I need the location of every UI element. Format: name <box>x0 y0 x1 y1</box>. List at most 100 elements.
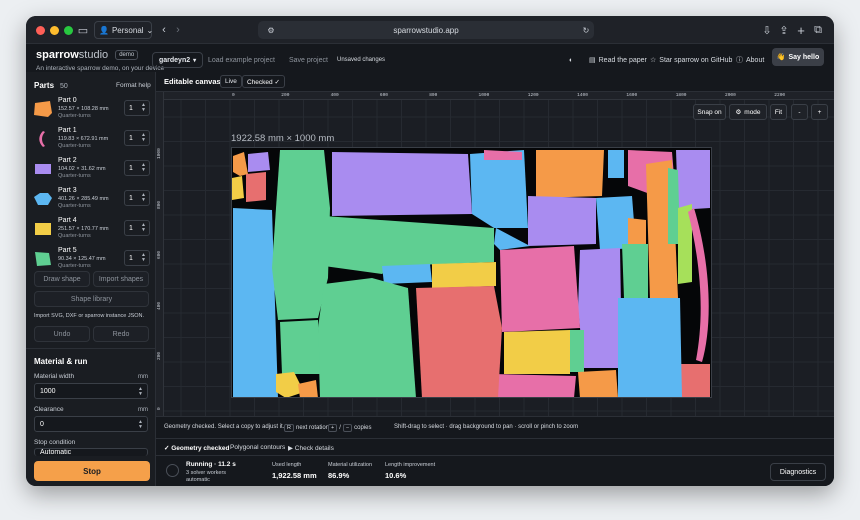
nested-part[interactable] <box>382 264 432 284</box>
nested-part[interactable] <box>494 228 530 250</box>
read-paper-link[interactable]: ▤ Read the paper <box>589 52 647 68</box>
tab-polygonal-contours[interactable]: Polygonal contours <box>230 444 285 451</box>
save-project-button[interactable]: Save project <box>283 52 334 68</box>
forward-icon[interactable]: › <box>172 21 184 39</box>
part-quantity-input[interactable]: 1 ▲ ▼ <box>124 190 150 206</box>
nested-part[interactable] <box>248 152 270 172</box>
material-width-input[interactable]: 1000 ▲ ▼ <box>34 383 148 399</box>
nested-part[interactable] <box>318 278 416 398</box>
wave-icon: 👋 <box>776 54 786 61</box>
site-settings-icon[interactable]: ⚙ <box>266 21 276 39</box>
download-icon[interactable]: ⇩ <box>761 21 773 39</box>
fit-button[interactable]: Fit <box>770 104 787 120</box>
theme-toggle[interactable]: ◐ <box>569 52 573 68</box>
part-row[interactable]: Part 3 401.26 × 285.49 mm Quarter-turns 1 ▲ ▼ <box>34 187 150 213</box>
load-example-button[interactable]: Load example project <box>202 52 281 68</box>
sidebar-toggle-icon[interactable]: ▭ <box>76 21 90 39</box>
nested-part[interactable] <box>416 286 502 398</box>
part-row[interactable]: Part 4 251.57 × 170.77 mm Quarter-turns 1 ▲ ▼ <box>34 217 150 243</box>
nested-part[interactable] <box>272 150 330 320</box>
nested-part[interactable] <box>536 150 604 198</box>
nested-part[interactable] <box>500 246 580 332</box>
clearance-input[interactable]: 0 ▲ ▼ <box>34 416 148 432</box>
import-hint: Import SVG, DXF or sparrow instance JSON… <box>34 313 145 319</box>
minimize-window-button[interactable] <box>50 26 59 35</box>
nested-part[interactable] <box>622 244 648 300</box>
nested-part[interactable] <box>432 262 496 288</box>
draw-shape-button[interactable]: Draw shape <box>34 271 90 287</box>
nested-part[interactable] <box>332 152 472 216</box>
part-quantity-input[interactable]: 1 ▲ ▼ <box>124 130 150 146</box>
star-github-link[interactable]: ☆ Star sparrow on GitHub <box>650 52 732 68</box>
editable-canvas[interactable]: 0 200 400 600 800 1000 1200 1400 1600 1800 2000 220… <box>156 92 834 416</box>
nested-part[interactable] <box>570 330 584 372</box>
part-row[interactable]: Part 0 152.57 × 108.28 mm Quarter-turns 1 ▲ ▼ <box>34 97 150 123</box>
nested-part[interactable] <box>233 152 248 176</box>
stepper-icon[interactable]: ▲ ▼ <box>141 163 146 173</box>
nested-part[interactable] <box>233 208 278 398</box>
nested-part[interactable] <box>578 248 622 368</box>
nested-part[interactable] <box>490 374 576 398</box>
stepper-icon[interactable]: ▲ ▼ <box>141 193 146 203</box>
address-bar[interactable]: sparrowstudio.app <box>258 21 594 39</box>
nested-part[interactable] <box>504 330 570 374</box>
undo-button[interactable]: Undo <box>34 326 90 342</box>
nested-part[interactable] <box>470 150 528 228</box>
tab-overview-icon[interactable]: ⧉ <box>812 21 824 39</box>
zoom-out-button[interactable]: - <box>791 104 808 120</box>
contrast-icon: ◐ <box>569 56 574 64</box>
stepper-icon[interactable]: ▲ ▼ <box>138 387 143 397</box>
part-rotation: Quarter-turns <box>58 263 91 269</box>
nested-part[interactable] <box>676 150 710 210</box>
ruler-vertical: 1000 800 600 400 200 0 <box>156 92 164 416</box>
back-icon[interactable]: ‹ <box>158 21 170 39</box>
format-help-link[interactable]: Format help <box>116 82 151 89</box>
checked-toggle[interactable]: Checked ✓ <box>242 75 285 88</box>
stop-button[interactable]: Stop <box>34 461 150 481</box>
nested-part[interactable] <box>608 150 624 178</box>
nested-part[interactable] <box>280 320 320 374</box>
part-quantity-input[interactable]: 1 ▲ ▼ <box>124 220 150 236</box>
nested-part[interactable] <box>232 176 244 200</box>
shape-library-button[interactable]: Shape library <box>34 291 149 307</box>
project-selector[interactable]: gardeyn2 ▾ <box>152 52 204 68</box>
part-quantity-input[interactable]: 1 ▲ ▼ <box>124 160 150 176</box>
live-toggle[interactable]: Live <box>220 75 242 88</box>
stepper-icon[interactable]: ▲ ▼ <box>141 253 146 263</box>
part-quantity-input[interactable]: 1 ▲ ▼ <box>124 100 150 116</box>
maximize-window-button[interactable] <box>64 26 73 35</box>
document-icon: ▤ <box>589 57 596 64</box>
reload-icon[interactable]: ↻ <box>581 21 591 39</box>
part-row[interactable]: Part 2 104.02 × 31.62 mm Quarter-turns 1 ▲ ▼ <box>34 157 150 183</box>
part-row[interactable]: Part 1 119.83 × 672.91 mm Quarter-turns 1 ▲ ▼ <box>34 127 150 153</box>
part-row[interactable]: Part 5 90.34 × 125.47 mm Quarter-turns 1 ▲ ▼ <box>34 247 150 273</box>
snap-toggle-button[interactable]: Snap on <box>693 104 726 120</box>
new-tab-icon[interactable]: + <box>795 21 807 39</box>
stop-condition-select[interactable]: Automatic <box>34 448 148 456</box>
say-hello-button[interactable]: 👋 Say hello <box>772 48 824 66</box>
nested-part[interactable] <box>528 196 596 246</box>
stepper-icon[interactable]: ▲ ▼ <box>141 133 146 143</box>
share-icon[interactable]: ⇪ <box>778 21 790 39</box>
part-quantity-input[interactable]: 1 ▲ ▼ <box>124 250 150 266</box>
redo-button[interactable]: Redo <box>93 326 149 342</box>
about-link[interactable]: ⓘ About <box>736 52 764 68</box>
stepper-icon[interactable]: ▲ ▼ <box>138 420 143 430</box>
mode-button[interactable]: ⚙ mode <box>729 104 767 120</box>
ruler-tick-label: 0 <box>157 407 162 410</box>
nested-part[interactable] <box>578 370 618 398</box>
tab-check-details[interactable]: ▶ Check details <box>288 444 334 452</box>
zoom-in-button[interactable]: + <box>811 104 828 120</box>
diagnostics-button[interactable]: Diagnostics <box>770 463 826 481</box>
part-shape-icon <box>34 101 52 117</box>
stepper-icon[interactable]: ▲ ▼ <box>141 223 146 233</box>
nested-part[interactable] <box>298 380 318 398</box>
nested-part[interactable] <box>680 364 710 398</box>
import-shapes-button[interactable]: Import shapes <box>93 271 149 287</box>
stepper-icon[interactable]: ▲ ▼ <box>141 103 146 113</box>
profile-selector[interactable]: 👤 Personal ⌄ <box>94 21 153 39</box>
tab-geometry-checked[interactable]: ✓ Geometry checked <box>164 444 229 452</box>
close-window-button[interactable] <box>36 26 45 35</box>
nested-part[interactable] <box>618 298 682 398</box>
nested-part[interactable] <box>246 172 266 202</box>
